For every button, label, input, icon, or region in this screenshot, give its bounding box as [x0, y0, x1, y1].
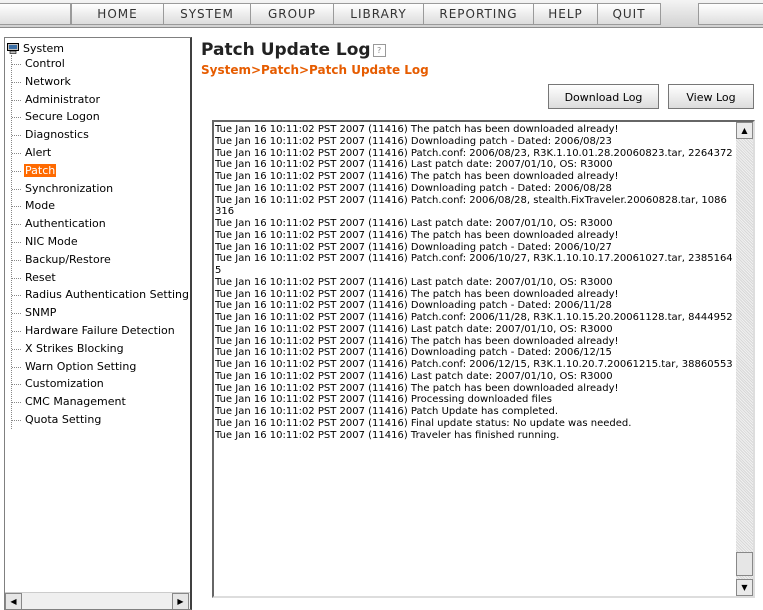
menu-cap-left — [0, 3, 71, 25]
sidebar-item[interactable]: Radius Authentication Setting — [12, 286, 190, 304]
sidebar-item[interactable]: Alert — [12, 144, 190, 162]
sidebar-item-label: Diagnostics — [25, 128, 89, 142]
sidebar-item[interactable]: Quota Setting — [12, 411, 190, 429]
sidebar-item[interactable]: Diagnostics — [12, 126, 190, 144]
nav-library[interactable]: LIBRARY — [334, 3, 424, 25]
sidebar-item[interactable]: Warn Option Setting — [12, 358, 190, 376]
sidebar-item[interactable]: Administrator — [12, 91, 190, 109]
sidebar-item-label: Control — [25, 57, 65, 70]
sidebar-item[interactable]: Authentication — [12, 215, 190, 233]
sidebar-tree: System Control Network Administrator Secure… — [4, 37, 192, 610]
sidebar-item-label: Hardware Failure Detection — [25, 323, 175, 337]
sidebar-item-label: Warn Option Setting — [25, 359, 137, 373]
sidebar-item-label: Administrator — [25, 92, 100, 106]
sidebar-item-label: Synchronization — [25, 181, 114, 195]
sidebar-item-label: Secure Logon — [25, 110, 100, 124]
sidebar-item-label: Quota Setting — [25, 412, 102, 426]
help-icon[interactable]: ? — [372, 43, 386, 57]
sidebar-item[interactable]: Hardware Failure Detection — [12, 322, 190, 340]
computer-icon — [7, 42, 19, 54]
tree-root-label: System — [23, 41, 65, 55]
sidebar-item-label: Customization — [25, 377, 104, 391]
sidebar-item[interactable]: Customization — [12, 375, 190, 393]
sidebar-item[interactable]: Secure Logon — [12, 108, 190, 126]
sidebar-item[interactable]: Backup/Restore — [12, 251, 190, 269]
sidebar-item[interactable]: Synchronization — [12, 180, 190, 198]
sidebar-item-label: Network — [25, 74, 71, 88]
nav-home[interactable]: HOME — [71, 3, 164, 25]
nav-quit[interactable]: QUIT — [598, 3, 661, 25]
sidebar-item-label: CMC Management — [25, 395, 126, 409]
horizontal-scrollbar[interactable]: ◀ ▶ — [5, 592, 190, 609]
scroll-left-icon[interactable]: ◀ — [5, 593, 22, 609]
sidebar-item-label: X Strikes Blocking — [25, 341, 124, 355]
scroll-thumb[interactable] — [736, 552, 753, 576]
sidebar-item[interactable]: Control — [12, 55, 190, 73]
sidebar-item-label: Backup/Restore — [25, 252, 111, 266]
menu-cap-right — [698, 3, 763, 25]
sidebar-item[interactable]: CMC Management — [12, 393, 190, 411]
nav-system[interactable]: SYSTEM — [164, 3, 251, 25]
sidebar-item-label: Reset — [25, 270, 56, 284]
page-title: Patch Update Log — [201, 40, 371, 60]
tree-items: Control Network Administrator Secure Logon D… — [11, 55, 190, 429]
view-log-button[interactable]: View Log — [668, 84, 754, 109]
vertical-scrollbar[interactable]: ▲ ▼ — [736, 122, 753, 596]
sidebar-item[interactable]: Patch — [12, 162, 190, 180]
nav-help[interactable]: HELP — [534, 3, 598, 25]
sidebar-item-label: Authentication — [25, 217, 106, 231]
sidebar-item-label: NIC Mode — [25, 234, 78, 248]
scroll-right-icon[interactable]: ▶ — [172, 593, 189, 609]
sidebar-item-label: Mode — [25, 199, 55, 213]
sidebar-item[interactable]: X Strikes Blocking — [12, 340, 190, 358]
sidebar-item-label: Radius Authentication Setting — [25, 288, 190, 302]
sidebar-item-label: Patch — [24, 163, 57, 177]
sidebar-item[interactable]: Network — [12, 73, 190, 91]
nav-reporting[interactable]: REPORTING — [424, 3, 534, 25]
main-nav: HOME SYSTEM GROUP LIBRARY REPORTING HELP… — [71, 3, 661, 25]
sidebar-item[interactable]: Mode — [12, 197, 190, 215]
sidebar-item-label: Alert — [25, 145, 52, 159]
top-menu-bar: HOME SYSTEM GROUP LIBRARY REPORTING HELP… — [0, 0, 763, 28]
scroll-down-icon[interactable]: ▼ — [736, 579, 753, 596]
download-log-button[interactable]: Download Log — [548, 84, 659, 109]
nav-group[interactable]: GROUP — [251, 3, 334, 25]
page-title-wrap: Patch Update Log ? — [201, 40, 386, 60]
tree-root-system[interactable]: System — [7, 41, 64, 55]
sidebar-item-label: SNMP — [25, 306, 57, 320]
sidebar-item[interactable]: SNMP — [12, 304, 190, 322]
sidebar-item[interactable]: Reset — [12, 269, 190, 287]
scroll-up-icon[interactable]: ▲ — [736, 122, 753, 139]
log-textarea[interactable]: Tue Jan 16 10:11:02 PST 2007 (11416) The… — [212, 120, 755, 598]
log-content: Tue Jan 16 10:11:02 PST 2007 (11416) The… — [215, 124, 733, 441]
breadcrumb: System>Patch>Patch Update Log — [201, 63, 429, 77]
sidebar-item[interactable]: NIC Mode — [12, 233, 190, 251]
